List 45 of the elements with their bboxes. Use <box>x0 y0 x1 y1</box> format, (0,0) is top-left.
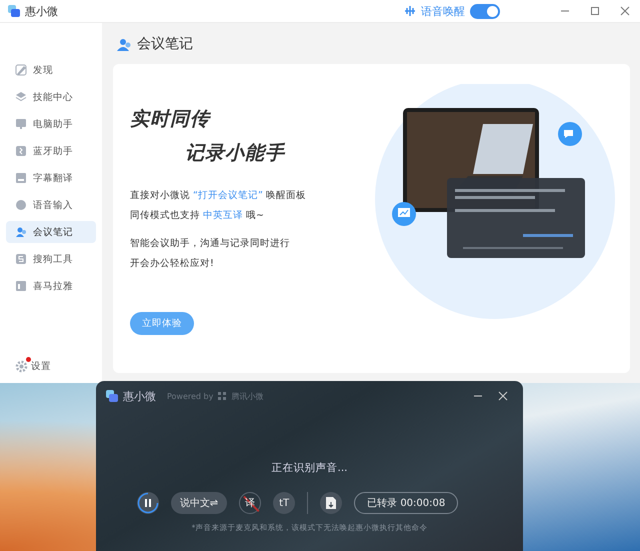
app-logo-icon <box>106 390 118 402</box>
pause-button[interactable] <box>136 492 159 514</box>
brand-name: 腾讯小微 <box>231 390 264 402</box>
layers-icon <box>15 91 27 103</box>
description-line: 智能会议助手，沟通与记录同时进行 <box>130 237 291 251</box>
sidebar-item[interactable]: 语音输入 <box>6 194 96 216</box>
font-size-button[interactable]: tT <box>273 492 296 514</box>
page-title: 会议笔记 <box>137 35 193 53</box>
close-icon <box>498 391 508 401</box>
pause-icon <box>136 492 159 514</box>
sidebar-item[interactable]: 技能中心 <box>6 86 96 108</box>
sidebar-item[interactable]: 电脑助手 <box>6 113 96 135</box>
status-text: 正在识别声音... <box>271 461 348 475</box>
voice-wake-label: 语音唤醒 <box>421 4 465 18</box>
language-button[interactable]: 说中文⇌ <box>170 492 228 514</box>
window-title: 惠小微 <box>25 4 58 18</box>
brand-logo-icon <box>218 392 226 400</box>
document-icon <box>326 497 336 509</box>
maximize-icon <box>590 6 600 16</box>
close-icon <box>620 6 630 16</box>
sidebar-item[interactable]: 会议笔记 <box>6 221 96 243</box>
sound-wave-icon <box>404 5 416 17</box>
panel-title: 惠小微 <box>123 388 156 404</box>
people-icon <box>117 38 131 50</box>
subtitle-icon <box>15 172 27 184</box>
headline: 实时同传 <box>130 107 212 132</box>
sidebar-item[interactable]: 字幕翻译 <box>6 167 96 189</box>
circle-icon <box>15 199 27 211</box>
headline: 记录小能手 <box>185 141 286 166</box>
voice-wake-toggle[interactable] <box>470 4 500 18</box>
powered-by-label: Powered by <box>167 392 214 400</box>
transcribed-time-button[interactable]: 已转录 00:00:08 <box>354 492 458 514</box>
sidebar-item[interactable]: 蓝牙助手 <box>6 140 96 162</box>
app-logo-icon <box>8 5 20 17</box>
description-line: 直接对小微说 “打开会议笔记” 唤醒面板 <box>130 189 307 203</box>
people-icon <box>15 226 27 238</box>
settings-item[interactable]: 设置 <box>6 360 96 373</box>
export-button[interactable] <box>320 492 342 514</box>
sidebar-item[interactable]: 发现 <box>6 59 96 81</box>
sidebar-item[interactable]: 搜狗工具 <box>6 248 96 270</box>
description-line: 同传模式也支持 中英互译 哦~ <box>130 209 266 223</box>
settings-icon <box>15 360 28 373</box>
description-line: 开会办公轻松应对! <box>130 257 215 271</box>
monitor-icon <box>15 118 27 130</box>
sidebar-item[interactable]: 喜马拉雅 <box>6 275 96 297</box>
